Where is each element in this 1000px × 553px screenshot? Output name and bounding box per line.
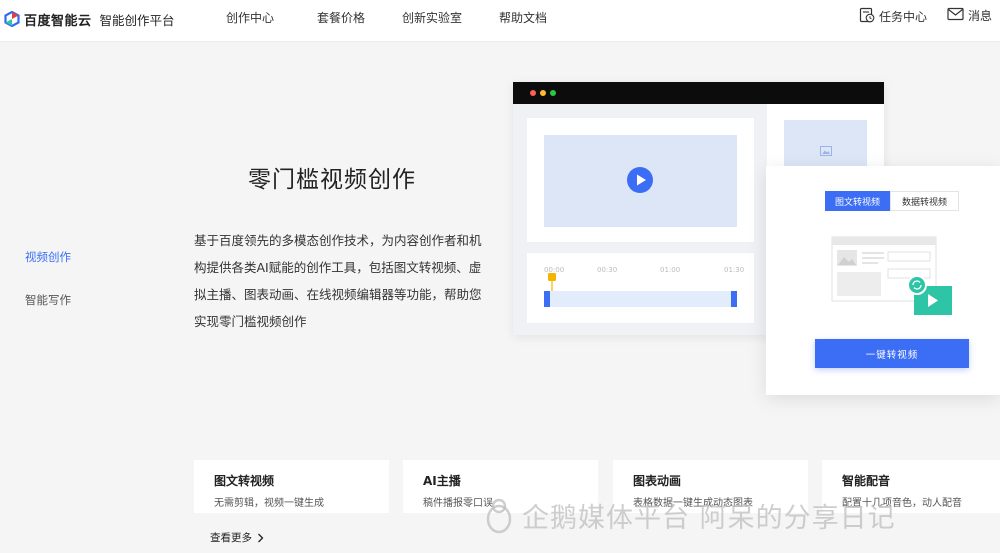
feature-subtitle: 稿件播报零口误 bbox=[423, 498, 493, 509]
one-click-convert-button: 一键转视频 bbox=[815, 339, 969, 368]
hero-title: 零门槛视频创作 bbox=[248, 167, 416, 193]
task-center-label: 任务中心 bbox=[879, 10, 928, 24]
document-to-video-icon bbox=[830, 236, 954, 322]
feature-card-chart-animation[interactable]: 图表动画 表格数据一键生成动态图表 bbox=[613, 460, 808, 513]
feature-subtitle: 配置十几项音色，动人配音 bbox=[842, 498, 962, 509]
nav-innovation-lab[interactable]: 创新实验室 bbox=[402, 9, 462, 26]
converter-card-illustration: 图文转视频 数据转视频 一键转视频 bbox=[766, 166, 1000, 395]
timeline-panel: 00:00 00:30 01:00 01:30 bbox=[527, 253, 754, 323]
video-preview bbox=[544, 135, 737, 227]
feature-subtitle: 表格数据一键生成动态图表 bbox=[633, 498, 753, 509]
feature-title: 图表动画 bbox=[633, 474, 682, 488]
feature-title: 图文转视频 bbox=[214, 474, 275, 488]
messages-link[interactable]: 消息 bbox=[947, 7, 992, 24]
browser-title-bar bbox=[513, 82, 884, 104]
nav-help-docs[interactable]: 帮助文档 bbox=[499, 9, 547, 26]
timeline-tick: 01:00 bbox=[660, 266, 681, 274]
feature-title: 智能配音 bbox=[842, 474, 891, 488]
tab-data-to-video: 数据转视频 bbox=[890, 191, 959, 211]
brand-name: 百度智能云 bbox=[24, 13, 92, 29]
see-more-link[interactable]: 查看更多 bbox=[210, 530, 264, 545]
mail-icon bbox=[947, 7, 968, 24]
timeline-track bbox=[544, 291, 737, 307]
task-clock-icon bbox=[859, 7, 879, 26]
sidebar-item-video-creation[interactable]: 视频创作 bbox=[25, 249, 71, 265]
sidebar-item-smart-writing[interactable]: 智能写作 bbox=[25, 292, 71, 308]
messages-label: 消息 bbox=[968, 9, 993, 23]
nav-pricing[interactable]: 套餐价格 bbox=[317, 9, 365, 26]
feature-subtitle: 无需剪辑，视频一键生成 bbox=[214, 498, 324, 509]
feature-title: AI主播 bbox=[423, 474, 461, 488]
video-preview-panel bbox=[527, 118, 754, 242]
image-icon bbox=[820, 141, 832, 160]
feature-card-text-to-video[interactable]: 图文转视频 无需剪辑，视频一键生成 bbox=[194, 460, 389, 513]
tab-text-to-video: 图文转视频 bbox=[825, 191, 890, 211]
window-minimize-dot bbox=[540, 90, 546, 96]
nav-creation-center[interactable]: 创作中心 bbox=[226, 9, 274, 26]
trim-handle-left-icon bbox=[544, 291, 550, 307]
top-navbar: 百度智能云 智能创作平台 创作中心 套餐价格 创新实验室 帮助文档 任务中心 消… bbox=[0, 0, 1000, 42]
play-icon bbox=[627, 167, 653, 193]
timeline-tick: 01:30 bbox=[724, 266, 745, 274]
brand-logo[interactable]: 百度智能云 智能创作平台 bbox=[4, 8, 175, 30]
window-maximize-dot bbox=[550, 90, 556, 96]
task-center-link[interactable]: 任务中心 bbox=[859, 7, 927, 26]
baidu-cloud-logo-icon bbox=[4, 10, 20, 28]
timeline-tick: 00:30 bbox=[597, 266, 618, 274]
product-name: 智能创作平台 bbox=[99, 12, 175, 28]
feature-card-smart-voiceover[interactable]: 智能配音 配置十几项音色，动人配音 bbox=[822, 460, 1000, 513]
trim-handle-right-icon bbox=[731, 291, 737, 307]
feature-card-ai-anchor[interactable]: AI主播 稿件播报零口误 bbox=[403, 460, 598, 513]
see-more-label: 查看更多 bbox=[210, 532, 252, 544]
window-close-dot bbox=[530, 90, 536, 96]
chevron-right-icon bbox=[257, 533, 264, 543]
hero-description: 基于百度领先的多模态创作技术，为内容创作者和机构提供各类AI赋能的创作工具，包括… bbox=[194, 233, 482, 329]
